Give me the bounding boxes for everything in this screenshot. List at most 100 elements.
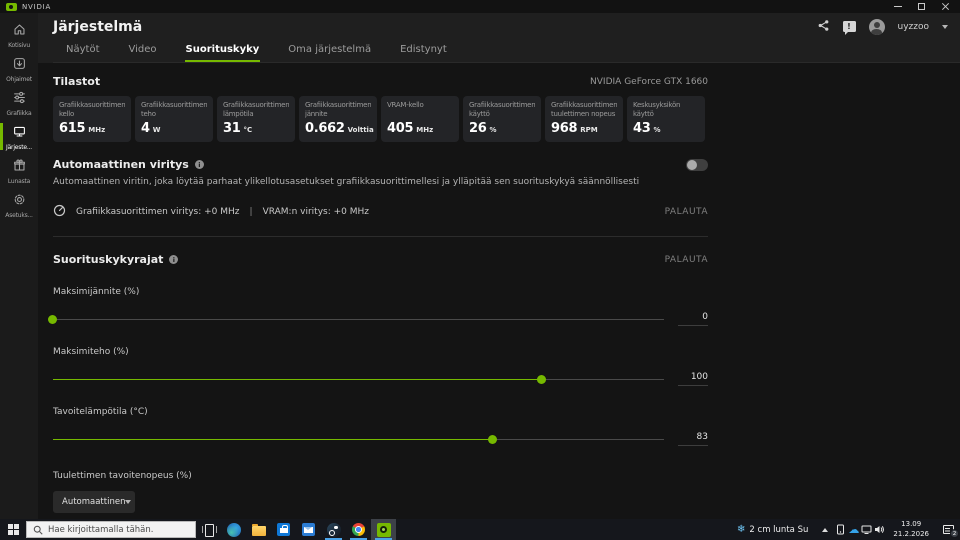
share-icon[interactable] (817, 17, 830, 36)
chevron-down-icon (125, 500, 132, 504)
sidebar-item-system[interactable]: Järjeste... (0, 120, 38, 153)
tab-bar: Näytöt Video Suorituskyky Oma järjestelm… (53, 40, 960, 63)
max-power-value[interactable]: 100 (678, 372, 708, 386)
auto-tune-toggle[interactable] (686, 158, 708, 171)
taskbar-app-chrome[interactable] (346, 519, 371, 540)
search-input[interactable] (48, 524, 189, 535)
stat-card-gpu-clock: Grafiikkasuorittimen kello 615 MHz (53, 96, 131, 142)
stat-card-cpu-usage: Keskusyksikön käyttö 43% (627, 96, 705, 142)
slider-handle[interactable] (48, 315, 57, 324)
windows-taskbar: 2 cm lunta Su 13.09 21.2.2026 2 (0, 519, 960, 540)
vram-tune-status: VRAM:n viritys: +0 MHz (262, 207, 369, 217)
tab-performance[interactable]: Suorituskyky (184, 44, 261, 62)
sidebar-item-drivers[interactable]: Ohjaimet (0, 52, 38, 85)
search-icon (33, 520, 43, 539)
fan-speed-dropdown[interactable]: Automaattinen (53, 491, 135, 513)
drivers-icon (13, 55, 26, 74)
chevron-up-icon (822, 527, 829, 532)
gift-icon (13, 157, 26, 176)
tray-onedrive-button[interactable] (847, 519, 860, 540)
window-title: NVIDIA (22, 2, 52, 11)
max-voltage-value[interactable]: 0 (678, 312, 708, 326)
steam-icon (326, 522, 341, 537)
target-temp-slider[interactable] (53, 435, 664, 444)
task-view-button[interactable] (196, 519, 221, 540)
auto-tune-reset-button[interactable]: PALAUTA (665, 207, 708, 217)
tray-overflow-button[interactable] (816, 519, 834, 540)
max-power-label: Maksimiteho (%) (53, 347, 129, 357)
stat-card-gpu-temp: Grafiikkasuorittimen lämpötila 31 °C (217, 96, 295, 142)
system-tray: 2 cm lunta Su 13.09 21.2.2026 2 (729, 519, 960, 540)
taskbar-app-file-explorer[interactable] (246, 519, 271, 540)
notification-badge: 2 (950, 529, 959, 538)
clock-date: 21.2.2026 (893, 529, 929, 538)
stat-card-gpu-power: Grafiikkasuorittimen teho 4W (135, 96, 213, 142)
tab-displays[interactable]: Näytöt (65, 44, 101, 62)
slider-handle[interactable] (536, 375, 546, 384)
tab-my-system[interactable]: Oma järjestelmä (287, 44, 372, 62)
gpu-name: NVIDIA GeForce GTX 1660 (590, 76, 708, 87)
stat-card-fan-speed: Grafiikkasuorittimen tuulettimen nopeus … (545, 96, 623, 142)
perf-limits-reset-button[interactable]: PALAUTA (665, 255, 708, 265)
sidebar-item-redeem[interactable]: Lunasta (0, 154, 38, 187)
window-titlebar: NVIDIA (0, 0, 960, 13)
tray-display-button[interactable] (860, 519, 873, 540)
slider-handle[interactable] (487, 435, 497, 444)
sliders-icon (13, 89, 26, 108)
task-view-icon (202, 524, 217, 537)
chevron-down-icon[interactable] (942, 24, 948, 29)
username[interactable]: uyzzoo (898, 22, 930, 32)
stats-cards: Grafiikkasuorittimen kello 615 MHz Grafii… (53, 96, 708, 142)
auto-tune-description: Automaattinen viritin, joka löytää parha… (53, 177, 640, 187)
display-icon (861, 525, 872, 534)
stats-heading: Tilastot (53, 75, 101, 88)
windows-logo-icon (7, 524, 19, 535)
status-separator: | (249, 207, 253, 217)
target-temp-value[interactable]: 83 (678, 432, 708, 446)
tab-video[interactable]: Video (128, 44, 158, 62)
screen: NVIDIA Kotisivu Ohjaimet Grafiikka Järje… (0, 0, 960, 540)
feedback-icon[interactable] (842, 21, 856, 35)
tray-volume-button[interactable] (873, 519, 886, 540)
stat-card-gpu-voltage: Grafiikkasuorittimen jännite 0.662 Voltti… (299, 96, 377, 142)
nvidia-app-window: NVIDIA Kotisivu Ohjaimet Grafiikka Järje… (0, 0, 960, 519)
max-voltage-slider[interactable] (48, 315, 664, 324)
restore-icon[interactable] (918, 3, 925, 10)
max-power-slider[interactable] (53, 375, 664, 384)
target-temp-label: Tavoitelämpötila (°C) (53, 407, 148, 417)
fan-speed-label: Tuulettimen tavoitenopeus (%) (53, 471, 192, 481)
slider-fill (53, 375, 546, 384)
info-icon[interactable] (194, 160, 204, 169)
avatar[interactable] (868, 18, 885, 35)
minimize-icon[interactable] (894, 6, 902, 7)
section-divider (53, 236, 708, 237)
chrome-icon (352, 523, 365, 536)
taskbar-app-nvidia[interactable] (371, 519, 396, 540)
clock-time: 13.09 (901, 520, 922, 529)
close-icon[interactable] (941, 2, 950, 11)
start-button[interactable] (0, 519, 26, 540)
notification-center-button[interactable]: 2 (936, 519, 960, 540)
taskbar-app-edge[interactable] (221, 519, 246, 540)
mail-icon (302, 523, 315, 536)
gpu-tune-status: Grafiikkasuorittimen viritys: +0 MHz (76, 207, 240, 217)
weather-widget[interactable]: 2 cm lunta Su (729, 519, 816, 540)
folder-icon (251, 523, 266, 536)
taskbar-search[interactable] (26, 521, 196, 538)
stat-card-vram-clock: VRAM-kello 405 MHz (381, 96, 459, 142)
taskbar-app-mail[interactable] (296, 519, 321, 540)
tray-device-button[interactable] (834, 519, 847, 540)
sidebar-item-graphics[interactable]: Grafiikka (0, 86, 38, 119)
header-band: Järjestelmä uyzzoo Näytöt Video Suoritus… (38, 13, 960, 63)
auto-tune-title: Automaattinen viritys (53, 158, 189, 171)
tab-advanced[interactable]: Edistynyt (399, 44, 448, 62)
sidebar-item-settings[interactable]: Asetuks... (0, 188, 38, 221)
taskbar-app-store[interactable] (271, 519, 296, 540)
taskbar-clock[interactable]: 13.09 21.2.2026 (886, 520, 936, 539)
taskbar-app-steam[interactable] (321, 519, 346, 540)
max-voltage-label: Maksimijännite (%) (53, 287, 140, 297)
sidebar-item-home[interactable]: Kotisivu (0, 18, 38, 51)
info-icon[interactable] (169, 255, 179, 264)
slider-track (53, 318, 664, 320)
speaker-icon (875, 526, 885, 533)
